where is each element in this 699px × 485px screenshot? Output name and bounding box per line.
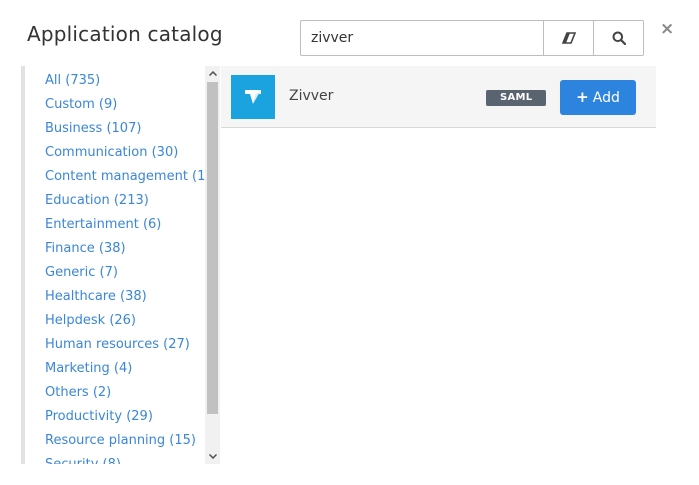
category-item-others[interactable]: Others (2) — [25, 381, 221, 405]
category-item-entertainment[interactable]: Entertainment (6) — [25, 213, 221, 237]
category-item-custom[interactable]: Custom (9) — [25, 93, 221, 117]
search-button[interactable] — [593, 21, 643, 55]
eraser-icon — [561, 32, 577, 44]
category-item-security[interactable]: Security (8) — [25, 453, 221, 464]
category-item-all[interactable]: All (735) — [25, 69, 221, 93]
scroll-down-arrow-icon[interactable] — [205, 449, 220, 464]
application-catalog-dialog: Application catalog × All (735) Cust — [0, 0, 699, 485]
category-item-resource-planning[interactable]: Resource planning (15) — [25, 429, 221, 453]
saml-badge: SAML — [486, 90, 547, 106]
search-bar — [300, 20, 644, 56]
app-name: Zivver — [289, 88, 334, 104]
scroll-up-arrow-icon[interactable] — [205, 66, 220, 81]
search-input[interactable] — [301, 21, 543, 55]
add-button-label: Add — [592, 89, 620, 106]
category-item-education[interactable]: Education (213) — [25, 189, 221, 213]
category-scrollbar[interactable] — [205, 66, 220, 464]
dialog-title: Application catalog — [27, 22, 223, 46]
app-row-zivver: Zivver SAML + Add — [221, 66, 656, 128]
category-list: All (735) Custom (9) Business (107) Comm… — [25, 66, 221, 464]
category-item-business[interactable]: Business (107) — [25, 117, 221, 141]
scroll-thumb[interactable] — [207, 82, 218, 414]
zivver-logo-icon — [231, 75, 275, 119]
search-icon — [612, 31, 626, 45]
category-sidebar: All (735) Custom (9) Business (107) Comm… — [21, 66, 221, 464]
results-panel: Zivver SAML + Add — [221, 66, 656, 464]
plus-icon: + — [576, 88, 589, 106]
category-item-communication[interactable]: Communication (30) — [25, 141, 221, 165]
category-item-helpdesk[interactable]: Helpdesk (26) — [25, 309, 221, 333]
category-item-content-management[interactable]: Content management (10) — [25, 165, 221, 189]
close-icon[interactable]: × — [660, 21, 674, 38]
category-item-productivity[interactable]: Productivity (29) — [25, 405, 221, 429]
category-item-generic[interactable]: Generic (7) — [25, 261, 221, 285]
category-item-healthcare[interactable]: Healthcare (38) — [25, 285, 221, 309]
clear-search-button[interactable] — [543, 21, 593, 55]
add-app-button[interactable]: + Add — [560, 80, 636, 115]
category-item-marketing[interactable]: Marketing (4) — [25, 357, 221, 381]
category-item-finance[interactable]: Finance (38) — [25, 237, 221, 261]
category-item-human-resources[interactable]: Human resources (27) — [25, 333, 221, 357]
